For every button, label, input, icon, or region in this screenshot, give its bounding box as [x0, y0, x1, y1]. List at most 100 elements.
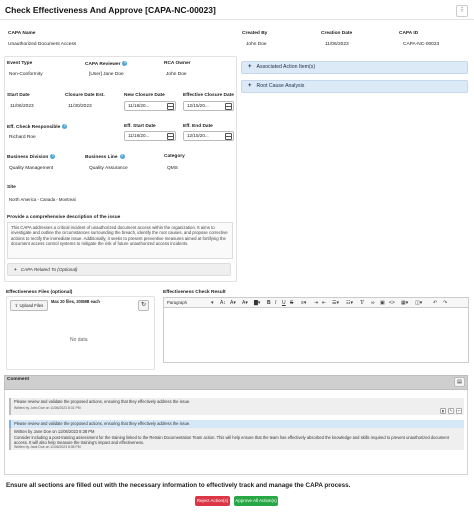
effective-closure-date-label: Effective Closure Date [183, 93, 234, 98]
comment-text: Please review and validate the proposed … [14, 421, 191, 426]
category-value: QMS [167, 166, 178, 171]
page-title: Check Effectiveness And Approve [CAPA-NC… [5, 5, 216, 15]
comment-header [4, 375, 468, 390]
business-line-label: Business Line? [85, 154, 125, 160]
business-division-label: Business Division? [7, 154, 56, 160]
eff-check-responsible-value: Richard Roe [9, 135, 36, 140]
reply-icon[interactable]: ↩ [456, 408, 462, 414]
creation-date-label: Creation Date [321, 31, 353, 36]
capa-id-value: CAPA-NC-00023 [403, 42, 440, 47]
root-cause-analysis-accordion[interactable]: + Root Cause Analysis [241, 80, 468, 93]
info-icon[interactable]: ? [122, 61, 128, 66]
event-type-value: Non-Conformity [9, 72, 43, 77]
eff-check-responsible-label: Eff. Check Responsible? [7, 124, 68, 130]
rca-owner-value: John Doe [166, 72, 187, 77]
comment-meta: Written by Jane Doe on 11/06/2023 8:38 P… [14, 429, 95, 434]
effective-closure-date-input[interactable]: 12/15/20... [183, 101, 234, 111]
strikethrough-icon[interactable]: S [290, 300, 293, 306]
eff-end-date-label: Eff. End Date [183, 124, 213, 129]
bulleted-list-icon[interactable]: ☷▾ [346, 300, 353, 306]
code-icon[interactable]: <> [389, 300, 395, 306]
redo-icon[interactable]: ↷ [443, 300, 447, 306]
calendar-icon[interactable] [225, 103, 232, 110]
font-family-icon[interactable]: A▾ [230, 300, 236, 306]
new-closure-date-input[interactable]: 11/16/20... [124, 101, 176, 111]
font-size-icon[interactable]: A↕ [220, 300, 226, 306]
closure-date-est-label: Closure Date Est. [65, 93, 105, 98]
start-date-value: 11/06/2023 [10, 104, 34, 109]
capa-related-to-toggle[interactable]: + CAPA Related To (Optional) [7, 263, 231, 276]
numbered-list-icon[interactable]: ☰▾ [332, 300, 339, 306]
site-value: North America - Canada - Montreal [9, 197, 76, 202]
effectiveness-check-result-label: Effectiveness Check Result [163, 290, 226, 295]
link-icon[interactable]: ∞ [371, 300, 375, 306]
align-left-icon[interactable]: ≡▾ [301, 300, 306, 306]
indent-icon[interactable]: ⇥ [314, 300, 318, 306]
plus-icon: + [248, 64, 252, 70]
calendar-icon[interactable] [225, 133, 232, 140]
info-icon[interactable]: ? [50, 154, 56, 159]
info-icon[interactable]: ? [62, 124, 68, 129]
table-icon[interactable]: ▦▾ [401, 300, 408, 306]
upload-files-button[interactable]: ⇪ Upload Files [10, 300, 48, 311]
rca-owner-label: RCA Owner [164, 61, 191, 66]
reject-actions-button[interactable]: Reject Action(s) [195, 496, 230, 506]
business-division-value: Quality Management [9, 166, 54, 171]
capa-name-label: CAPA Name [8, 31, 36, 36]
associated-action-items-accordion[interactable]: + Associated Action Item(s) [241, 61, 468, 74]
no-data-text: No data [70, 337, 88, 343]
highlight-icon[interactable]: ▇▾ [254, 300, 260, 306]
capa-reviewer-label: CAPA Reviewer? [85, 61, 128, 67]
comment-text: Please review and validate the proposed … [14, 399, 191, 404]
undo-icon[interactable]: ↶ [433, 300, 437, 306]
effectiveness-files-label: Effectiveness Files (optional) [6, 290, 73, 295]
refresh-icon[interactable]: ↻ [138, 300, 149, 311]
start-date-label: Start Date [7, 93, 30, 98]
paragraph-select[interactable]: Paragraph [167, 300, 187, 306]
footer-message: Ensure all sections are filled out with … [6, 482, 351, 489]
delete-icon[interactable]: ▮ [440, 408, 446, 414]
comment-label: Comment [7, 377, 30, 382]
clear-format-icon[interactable]: T̸ [360, 300, 363, 306]
created-by-label: Created By [242, 31, 268, 36]
issue-description-label: Provide a comprehensive description of t… [7, 215, 121, 220]
kebab-menu-icon[interactable]: ⁝ [456, 5, 468, 17]
site-label: Site [7, 185, 16, 190]
outdent-icon[interactable]: ⇤ [322, 300, 326, 306]
image-icon[interactable]: ▣ [380, 300, 385, 306]
eff-start-date-label: Eff. Start Date [124, 124, 156, 129]
layout-icon[interactable]: ◫▾ [415, 300, 422, 306]
plus-icon: + [248, 83, 252, 89]
event-type-label: Event Type [7, 61, 33, 66]
issue-description-text: This CAPA addresses a critical incident … [7, 222, 233, 259]
closure-date-est-value: 11/30/2023 [68, 104, 92, 109]
comment-item: Please review and validate the proposed … [9, 420, 464, 428]
capa-name-value: Unauthorized Document Access [8, 42, 77, 47]
comment-text: Consider including a post-training asses… [14, 435, 449, 445]
calendar-icon[interactable] [167, 103, 174, 110]
comment-item: Written by Jane Doe on 11/06/2023 8:38 P… [9, 428, 464, 450]
editor-toolbar: Paragraph ▾ A↕ A▾ A▾ ▇▾ B I U S ≡▾ ⇥ ⇤ ☰… [163, 297, 469, 308]
info-icon[interactable]: ? [119, 154, 125, 159]
eff-start-date-input[interactable]: 11/16/20... [124, 131, 176, 141]
approve-all-actions-button[interactable]: Approve All Action(s) [234, 496, 278, 506]
capa-reviewer-value: [User] Jane Doe [89, 72, 124, 77]
comment-item: Please review and validate the proposed … [9, 398, 464, 415]
chevron-down-icon[interactable]: ▾ [211, 300, 214, 306]
capa-id-label: CAPA ID [399, 31, 419, 36]
font-color-icon[interactable]: A▾ [242, 300, 248, 306]
calendar-icon[interactable] [167, 133, 174, 140]
add-comment-icon[interactable]: ▤ [454, 377, 465, 387]
new-closure-date-label: New Closure Date [124, 93, 165, 98]
creation-date-value: 11/06/2023 [325, 42, 349, 47]
underline-icon[interactable]: U [282, 300, 286, 306]
effectiveness-result-editor[interactable] [163, 308, 469, 363]
category-label: Category [164, 154, 185, 159]
italic-icon[interactable]: I [275, 300, 276, 306]
plus-icon: + [14, 267, 17, 272]
business-line-value: Quality Assurance [89, 166, 128, 171]
eff-end-date-input[interactable]: 12/15/20... [183, 131, 234, 141]
bold-icon[interactable]: B [267, 300, 271, 306]
edit-icon[interactable]: ✎ [448, 408, 454, 414]
comment-meta: Written by John Doe on 11/06/2023 8:31 P… [14, 406, 81, 410]
